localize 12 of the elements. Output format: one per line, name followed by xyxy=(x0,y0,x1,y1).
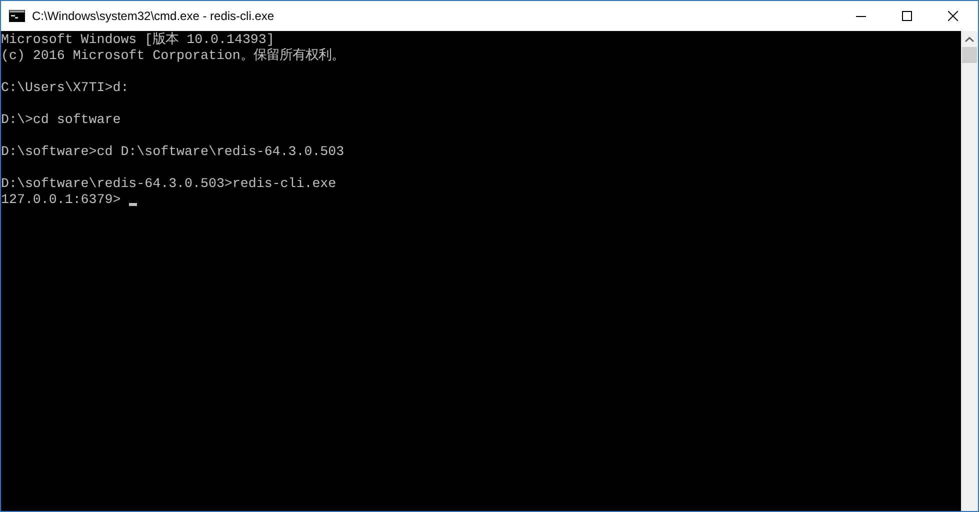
console-line: Microsoft Windows [版本 10.0.14393] xyxy=(1,32,274,48)
window-title: C:\Windows\system32\cmd.exe - redis-cli.exe xyxy=(32,8,274,25)
console-line: D:\software>cd D:\software\redis-64.3.0.503 xyxy=(1,144,344,160)
console-line: C:\Users\X7TI>d: xyxy=(1,80,129,96)
console-line: (c) 2016 Microsoft Corporation。保留所有权利。 xyxy=(1,48,344,64)
close-icon xyxy=(948,11,958,21)
scrollbar-thumb[interactable] xyxy=(962,47,977,63)
maximize-icon xyxy=(902,11,912,21)
console-line: D:\software\redis-64.3.0.503>redis-cli.exe xyxy=(1,176,336,192)
console-line: 127.0.0.1:6379> xyxy=(1,192,121,208)
console-line: D:\>cd software xyxy=(1,112,121,128)
console-app-icon xyxy=(9,10,25,22)
